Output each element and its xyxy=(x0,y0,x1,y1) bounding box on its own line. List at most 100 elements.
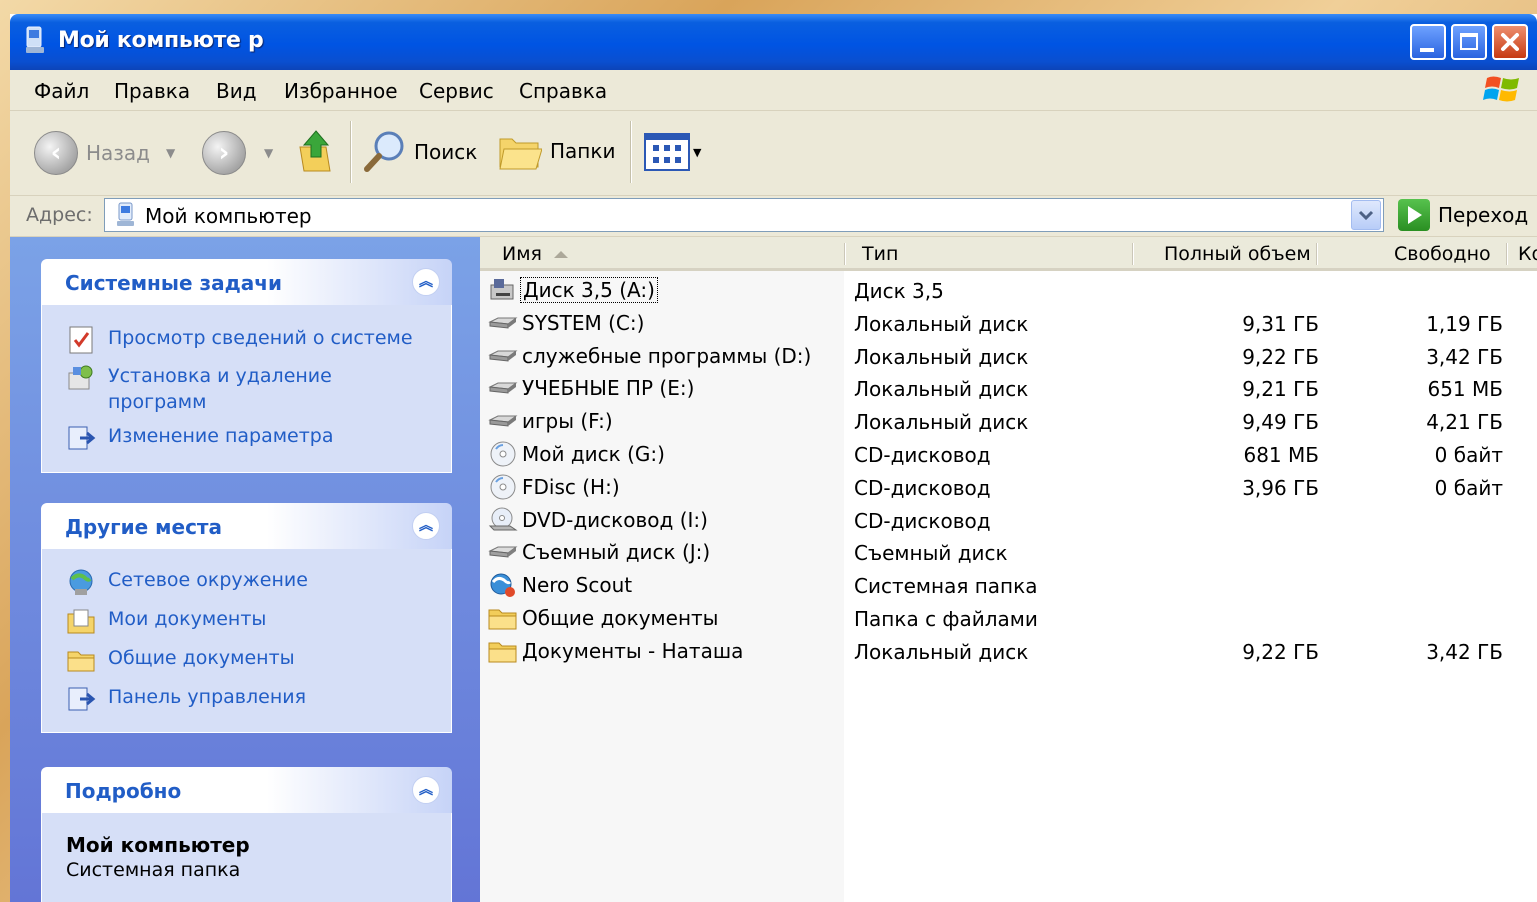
place-my-documents[interactable]: Мои документы xyxy=(66,606,266,636)
explorer-window: Мой компьюте р Файл Правка Вид Избранное… xyxy=(10,14,1537,902)
up-folder-button[interactable] xyxy=(296,127,336,175)
file-row[interactable]: Общие документы Папка с файлами xyxy=(480,603,1537,636)
file-name: SYSTEM (C:) xyxy=(522,310,645,335)
sort-ascending-icon xyxy=(553,251,568,258)
file-row[interactable]: DVD-дисковод (I:) CD-дисковод xyxy=(480,505,1537,538)
other-places-panel: Другие места ︽ Сетевое окружение Мои док… xyxy=(41,503,452,733)
other-places-header[interactable]: Другие места ︽ xyxy=(41,503,452,549)
close-button[interactable] xyxy=(1492,24,1528,60)
menu-view[interactable]: Вид xyxy=(216,79,257,103)
add-remove-programs-icon xyxy=(68,365,93,390)
file-row[interactable]: служебные программы (D:) Локальный диск 9,… xyxy=(480,341,1537,374)
address-input[interactable]: Мой компьютер xyxy=(104,198,1384,232)
go-label: Переход xyxy=(1438,203,1529,227)
file-name: игры (F:) xyxy=(522,409,613,434)
my-documents-icon xyxy=(67,609,95,634)
menu-help[interactable]: Справка xyxy=(519,79,607,103)
file-free-space: 4,21 ГБ xyxy=(1426,410,1503,435)
search-icon xyxy=(364,131,404,172)
file-name: Съемный диск (J:) xyxy=(522,540,711,565)
control-panel-icon xyxy=(68,687,96,711)
system-tasks-header[interactable]: Системные задачи ︽ xyxy=(41,259,452,305)
column-name[interactable]: Имя xyxy=(502,243,568,265)
file-row[interactable]: Диск 3,5 (A:) Диск 3,5 xyxy=(480,275,1537,308)
folders-button[interactable]: Папки xyxy=(498,131,615,171)
chevron-down-icon: ▼ xyxy=(693,145,702,159)
details-type: Системная папка xyxy=(66,859,241,881)
column-type[interactable]: Тип xyxy=(862,243,898,265)
address-bar: Адрес: Мой компьютер Переход xyxy=(10,196,1537,237)
column-free-space[interactable]: Свободно xyxy=(1394,243,1491,265)
dvd-drive-icon xyxy=(488,507,518,533)
network-icon xyxy=(69,569,93,595)
go-button[interactable]: Переход xyxy=(1398,199,1528,231)
file-row[interactable]: SYSTEM (C:) Локальный диск 9,31 ГБ 1,19 ГБ xyxy=(480,308,1537,341)
place-network[interactable]: Сетевое окружение xyxy=(66,567,308,597)
folders-label: Папки xyxy=(550,139,616,163)
file-name-cell: Мой диск (G:) xyxy=(488,441,667,467)
folder-icon xyxy=(488,638,518,664)
folder-icon xyxy=(67,651,95,672)
menu-file[interactable]: Файл xyxy=(34,79,89,103)
file-row[interactable]: Nero Scout Системная папка xyxy=(480,570,1537,603)
title-bar[interactable]: Мой компьюте р xyxy=(10,14,1537,70)
collapse-icon[interactable]: ︽ xyxy=(412,268,440,296)
minimize-button[interactable] xyxy=(1410,24,1446,60)
menu-favorites[interactable]: Избранное xyxy=(284,79,398,103)
collapse-icon[interactable]: ︽ xyxy=(412,512,440,540)
chevron-down-icon: ▼ xyxy=(264,146,274,160)
column-total-size[interactable]: Полный объем xyxy=(1164,243,1311,265)
hard-drive-icon xyxy=(488,343,518,369)
windows-logo-icon xyxy=(1483,76,1519,102)
details-panel: Подробно ︽ Мой компьютер Системная папка xyxy=(41,767,452,902)
task-label: Изменение параметра xyxy=(108,425,334,447)
search-button[interactable]: Поиск xyxy=(362,129,477,175)
file-row[interactable]: игры (F:) Локальный диск 9,49 ГБ 4,21 ГБ xyxy=(480,406,1537,439)
file-row[interactable]: Съемный диск (J:) Съемный диск xyxy=(480,537,1537,570)
task-view-system-info[interactable]: Просмотр сведений о системе xyxy=(66,325,413,355)
file-free-space: 0 байт xyxy=(1434,475,1503,500)
toolbar: ‹ Назад ▼ › ▼ Поиск Папки ▼ xyxy=(10,111,1537,196)
control-panel-icon xyxy=(68,426,96,450)
views-button[interactable]: ▼ xyxy=(644,133,701,171)
forward-button[interactable]: › ▼ xyxy=(202,131,273,175)
file-name: Мой диск (G:) xyxy=(522,442,665,466)
file-name-cell: служебные программы (D:) xyxy=(488,343,813,369)
floppy-drive-icon xyxy=(488,277,518,303)
address-label: Адрес: xyxy=(26,204,93,226)
go-arrow-icon xyxy=(1398,199,1430,231)
file-type: CD-дисковод xyxy=(854,475,991,500)
details-header[interactable]: Подробно ︽ xyxy=(41,767,452,813)
hard-drive-icon xyxy=(488,408,518,434)
cd-drive-icon xyxy=(488,474,518,500)
task-add-remove-programs[interactable]: Установка и удаление программ xyxy=(66,363,336,415)
file-row[interactable]: Мой диск (G:) CD-дисковод 681 МБ 0 байт xyxy=(480,439,1537,472)
menu-tools[interactable]: Сервис xyxy=(419,79,494,103)
file-name-cell: Диск 3,5 (A:) xyxy=(488,277,658,303)
file-list-pane: Имя Тип Полный объем Свободно Ко Диск 3,… xyxy=(480,237,1537,902)
place-control-panel[interactable]: Панель управления xyxy=(66,684,306,714)
details-title: Подробно xyxy=(65,779,182,803)
place-shared-documents[interactable]: Общие документы xyxy=(66,645,295,675)
column-extra[interactable]: Ко xyxy=(1518,243,1537,265)
file-row[interactable]: FDisc (H:) CD-дисковод 3,96 ГБ 0 байт xyxy=(480,472,1537,505)
system-tasks-body: Просмотр сведений о системе Установка и … xyxy=(41,305,452,473)
task-change-setting[interactable]: Изменение параметра xyxy=(66,423,334,453)
file-name: Диск 3,5 (A:) xyxy=(520,277,658,303)
address-dropdown-button[interactable] xyxy=(1351,200,1381,230)
place-label: Общие документы xyxy=(108,647,295,669)
collapse-icon[interactable]: ︽ xyxy=(412,776,440,804)
file-name: служебные программы (D:) xyxy=(522,343,812,368)
file-row[interactable]: Документы - Наташа Локальный диск 9,22 ГБ 3… xyxy=(480,636,1537,669)
back-button[interactable]: ‹ Назад ▼ xyxy=(34,131,175,175)
folders-icon xyxy=(499,138,542,170)
window-title: Мой компьюте р xyxy=(58,28,264,53)
file-row[interactable]: УЧЕБНЫЕ ПР (E:) Локальный диск 9,21 ГБ 651 … xyxy=(480,373,1537,406)
column-header: Имя Тип Полный объем Свободно Ко xyxy=(480,237,1537,271)
place-label: Сетевое окружение xyxy=(108,569,308,591)
other-places-title: Другие места xyxy=(65,515,223,539)
maximize-button[interactable] xyxy=(1451,24,1487,60)
menu-edit[interactable]: Правка xyxy=(114,79,190,103)
file-total-size: 681 МБ xyxy=(1243,443,1319,467)
back-label: Назад xyxy=(86,141,151,165)
